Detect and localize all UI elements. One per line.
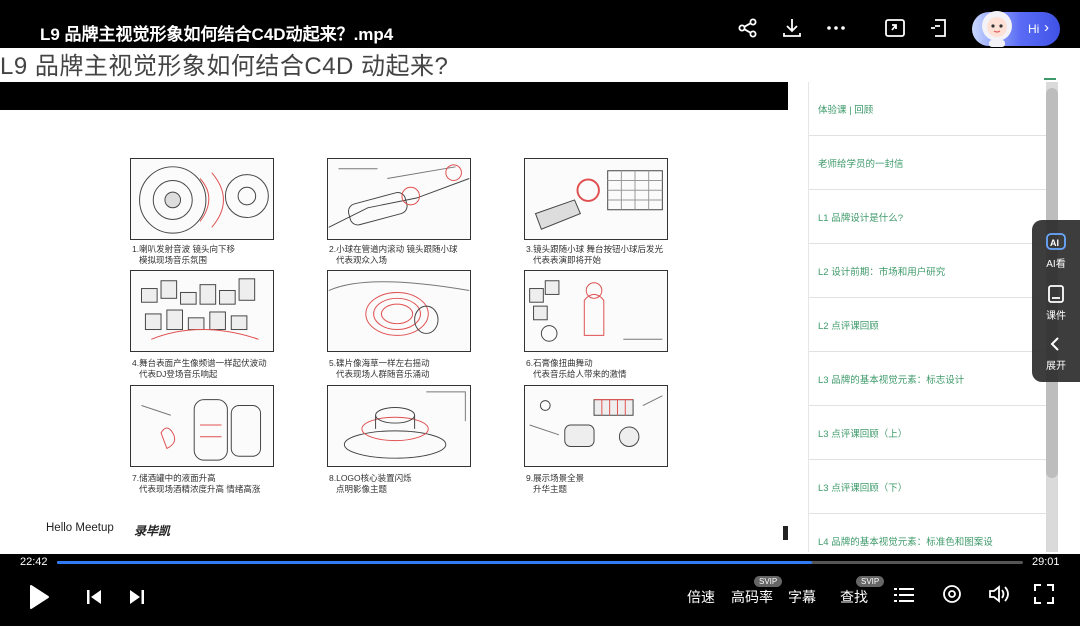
svg-text:AI: AI <box>1050 238 1059 248</box>
storyboard-frame <box>327 158 471 240</box>
courseware-label: 课件 <box>1046 311 1066 322</box>
caption: 5.碟片像海草一样左右摇动 代表现场人群随音乐涌动 <box>329 358 430 379</box>
fullscreen-icon[interactable] <box>1034 584 1054 604</box>
share-icon[interactable] <box>736 16 760 40</box>
title-bar: L9 品牌主视觉形象如何结合C4D动起来？.mp4 Hi › <box>0 0 1080 52</box>
svip-badge: SVIP <box>754 576 783 587</box>
courseware-button[interactable]: 课件 <box>1032 284 1080 322</box>
lesson-item[interactable]: L1 品牌设计是什么? <box>809 190 1046 244</box>
playlist-icon[interactable] <box>894 586 914 604</box>
storyboard-frame <box>524 270 668 352</box>
video-title: L9 品牌主视觉形象如何结合C4D动起来？.mp4 <box>40 25 394 44</box>
side-menu: AI AI看 课件 展开 <box>1032 220 1080 382</box>
quality-button[interactable]: 高码率 <box>731 587 773 607</box>
storyboard-frame <box>327 385 471 467</box>
current-time: 22:42 <box>20 556 48 568</box>
ai-watch-button[interactable]: AI AI看 <box>1032 232 1080 270</box>
assistant-label: Hi <box>1028 22 1040 36</box>
expand-label: 展开 <box>1046 361 1066 372</box>
caption: 8.LOGO核心装置闪烁 点明影像主题 <box>329 473 412 494</box>
chevron-left-icon <box>1046 334 1066 354</box>
storyboard-frame <box>130 385 274 467</box>
brand-logo: 录毕凯 <box>134 524 171 538</box>
subtitle-button[interactable]: 字幕 <box>788 587 816 607</box>
screen-cast-icon[interactable] <box>883 16 907 40</box>
caption: 2.小球在管道内滚动 镜头跟随小球 代表观众入场 <box>329 244 458 265</box>
next-button[interactable] <box>128 588 146 606</box>
volume-icon[interactable] <box>988 584 1010 604</box>
book-icon <box>1046 284 1066 304</box>
player-controls: 22:42 29:01 倍速 高码率 SVIP 字幕 查找 SVIP <box>0 554 1080 626</box>
caption: 1.喇叭发射音波 镜头向下移 模拟现场音乐氛围 <box>132 244 235 265</box>
more-icon[interactable] <box>824 16 848 40</box>
play-button[interactable] <box>28 584 50 610</box>
ai-assistant-button[interactable]: Hi › <box>972 11 1060 47</box>
slide-header-band <box>0 82 788 110</box>
assistant-avatar-icon <box>978 8 1016 48</box>
divider <box>1044 78 1056 80</box>
ai-icon: AI <box>1046 232 1066 252</box>
lesson-item[interactable]: 体验课 | 回顾 <box>809 82 1046 136</box>
video-frame[interactable]: L9 品牌主视觉形象如何结合C4D 动起来? 1.喇叭发射音波 镜头向下移 模拟现… <box>0 48 1080 554</box>
chevron-right-icon: › <box>1044 19 1049 36</box>
storyboard-frame <box>130 270 274 352</box>
caption: 7.储酒罐中的液面升高 代表现场酒精浓度升高 情绪高涨 <box>132 473 261 494</box>
lesson-item[interactable]: 老师给学员的一封信 <box>809 136 1046 190</box>
search-button[interactable]: 查找 <box>840 587 868 607</box>
lesson-item[interactable]: L2 设计前期：市场和用户研究 <box>809 244 1046 298</box>
progress-bar[interactable] <box>57 561 1023 564</box>
text-cursor <box>783 526 788 540</box>
storyboard-frame <box>327 270 471 352</box>
caption: 4.舞台表面产生像频谱一样起伏波动 代表DJ登场音乐响起 <box>132 358 267 379</box>
lesson-item[interactable]: L3 点评课回顾（上） <box>809 406 1046 460</box>
settings-icon[interactable] <box>942 584 962 604</box>
lesson-item[interactable]: L4 品牌的基本视觉元素：标准色和图案设 <box>809 514 1046 554</box>
svip-badge: SVIP <box>856 576 885 587</box>
footer-text: Hello Meetup <box>46 522 114 534</box>
total-time: 29:01 <box>1032 556 1060 568</box>
lesson-item[interactable]: L3 点评课回顾（下） <box>809 460 1046 514</box>
lesson-item[interactable]: L2 点评课回顾 <box>809 298 1046 352</box>
previous-button[interactable] <box>85 588 103 606</box>
caption: 6.石膏像扭曲舞动 代表音乐给人带来的激情 <box>526 358 627 379</box>
caption: 9.展示场景全景 升华主题 <box>526 473 585 494</box>
storyboard-frame <box>524 385 668 467</box>
pip-icon[interactable] <box>927 16 951 40</box>
storyboard-frame <box>524 158 668 240</box>
download-icon[interactable] <box>780 16 804 40</box>
expand-button[interactable]: 展开 <box>1032 334 1080 372</box>
progress-fill <box>57 561 813 564</box>
lesson-list: 体验课 | 回顾 老师给学员的一封信 L1 品牌设计是什么? L2 设计前期：市… <box>808 82 1046 552</box>
storyboard-frame <box>130 158 274 240</box>
caption: 3.镜头跟随小球 舞台按钮小球后发光 代表表演即将开始 <box>526 244 663 265</box>
speed-button[interactable]: 倍速 <box>687 587 715 607</box>
slide-title: L9 品牌主视觉形象如何结合C4D 动起来? <box>0 53 449 80</box>
lesson-item[interactable]: L3 品牌的基本视觉元素：标志设计 <box>809 352 1046 406</box>
ai-watch-label: AI看 <box>1046 259 1066 270</box>
